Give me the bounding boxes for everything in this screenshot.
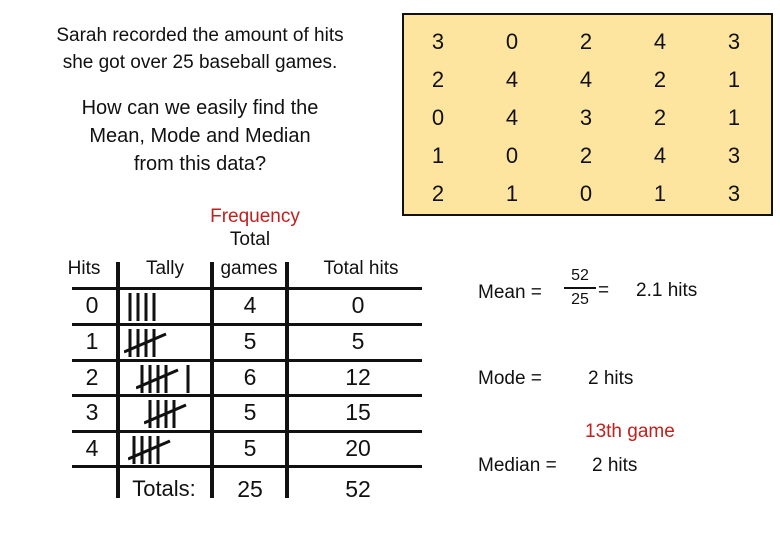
row-total-hits-value: 0 [351,292,365,318]
problem-statement: Sarah recorded the amount of hits she go… [20,22,380,76]
row-total-hits-value: 12 [345,364,371,390]
tally-marks [124,329,167,357]
raw-data-value: 1 [727,105,741,130]
raw-data-value: 2 [431,181,445,206]
problem-line-2: she got over 25 baseball games. [62,52,338,73]
mode-label: Mode = [478,368,542,389]
totals-hits: 52 [345,476,371,502]
frequency-annotation: Frequency [210,206,300,227]
row-total-hits-value: 5 [351,328,365,354]
raw-data-row: 2 1 0 1 3 [404,175,771,213]
mean-equals: = [598,280,610,301]
median-value: 2 hits [592,455,638,476]
raw-data-value: 4 [505,105,519,130]
header-tally: Tally [145,258,184,279]
median-label: Median = [478,455,557,476]
problem-line-1: Sarah recorded the amount of hits [56,25,344,46]
raw-data-value: 1 [431,143,445,168]
mean-numerator: 52 [571,267,589,284]
raw-data-value: 1 [727,67,741,92]
totals-label: Totals: [132,476,196,501]
raw-data-row: 2 4 4 2 1 [404,61,771,99]
question-text: How can we easily find the Mean, Mode an… [40,94,360,178]
raw-data-value: 2 [653,67,667,92]
tally-marks [128,436,171,464]
question-line-3: from this data? [133,153,267,175]
raw-data-value: 2 [653,105,667,130]
mean-value: 2.1 hits [636,280,698,301]
header-total-games-line1: Total [229,229,271,250]
raw-data-value: 4 [653,143,667,168]
raw-data-value: 2 [579,143,593,168]
raw-data-value: 3 [431,29,445,54]
totals-games: 25 [237,476,263,502]
table-divider-hits-tally [116,262,120,498]
raw-data-value: 4 [653,29,667,54]
tally-marks [144,400,187,428]
question-line-1: How can we easily find the [81,97,319,119]
raw-data-value: 3 [727,143,741,168]
table-rule [72,465,422,468]
row-hits-value: 2 [85,364,99,390]
mode-value: 2 hits [588,368,634,389]
raw-data-value: 0 [505,29,519,54]
raw-data-grid: 3 0 2 4 3 2 4 4 2 1 0 4 3 2 1 1 0 2 4 3 2 1 0 1 3 [404,23,771,213]
raw-data-value: 3 [727,29,741,54]
header-total-hits: Total hits [323,258,399,279]
raw-data-value: 4 [505,67,519,92]
row-hits-value: 4 [85,435,99,461]
row-hits-value: 3 [85,399,99,425]
row-hits-value: 0 [85,292,99,318]
raw-data-value: 2 [579,29,593,54]
raw-data-value: 0 [505,143,519,168]
row-games-value: 6 [243,364,257,390]
mean-label: Mean = [478,282,542,303]
raw-data-value: 4 [579,67,593,92]
tally-marks [136,365,190,393]
row-games-value: 4 [243,292,257,318]
raw-data-value: 0 [431,105,445,130]
row-hits-value: 1 [85,328,99,354]
raw-data-row: 1 0 2 4 3 [404,137,771,175]
raw-data-value: 1 [653,181,667,206]
median-annotation: 13th game [585,421,675,442]
table-divider-games-totalhits [285,262,289,498]
tally-marks [128,293,156,321]
fraction-bar [564,287,596,289]
row-games-value: 5 [243,435,257,461]
raw-data-row: 0 4 3 2 1 [404,99,771,137]
raw-data-value: 2 [431,67,445,92]
header-hits: Hits [67,258,101,279]
question-line-2: Mean, Mode and Median [89,125,311,147]
raw-data-value: 0 [579,181,593,206]
header-total-games-line2: games [220,258,278,279]
raw-data-value: 3 [727,181,741,206]
mean-fraction: 52 25 [560,266,600,310]
raw-data-row: 3 0 2 4 3 [404,23,771,61]
row-total-hits-value: 15 [345,399,371,425]
raw-data-value: 1 [505,181,519,206]
mean-denominator: 25 [571,290,589,308]
row-games-value: 5 [243,328,257,354]
row-total-hits-value: 20 [345,435,371,461]
raw-data-value: 3 [579,105,593,130]
raw-data-box: 3 0 2 4 3 2 4 4 2 1 0 4 3 2 1 1 0 2 4 3 2 1 0 1 3 [402,13,773,216]
